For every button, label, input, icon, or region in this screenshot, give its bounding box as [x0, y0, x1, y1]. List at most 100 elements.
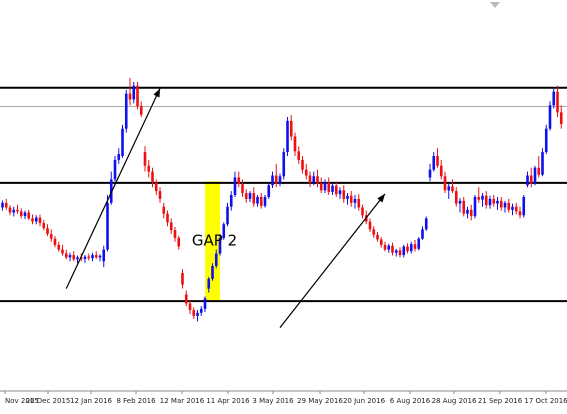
candle-body — [144, 152, 147, 166]
candle — [192, 307, 195, 319]
candle-body — [147, 166, 150, 172]
candle — [552, 88, 555, 109]
candle-body — [552, 92, 555, 106]
candle — [395, 249, 398, 257]
candle-body — [290, 121, 293, 137]
candle — [99, 254, 102, 261]
candle — [166, 211, 169, 227]
candle-body — [477, 197, 480, 200]
candle — [189, 300, 192, 314]
candle-body — [466, 210, 469, 214]
candle — [414, 240, 417, 252]
candle — [110, 172, 113, 205]
candle-body — [342, 190, 345, 199]
candle-body — [451, 186, 454, 191]
candle — [282, 148, 285, 179]
candle-body — [226, 207, 229, 225]
x-tick-label: 28 Aug 2016 — [432, 397, 477, 405]
candle-body — [114, 160, 117, 180]
candle — [35, 215, 38, 224]
candle — [500, 197, 503, 211]
candle — [530, 168, 533, 188]
candle — [470, 205, 473, 221]
candle — [84, 255, 87, 263]
candle — [440, 160, 443, 180]
candle — [421, 226, 424, 240]
candle-body — [230, 195, 233, 207]
candle — [174, 227, 177, 242]
candle — [294, 133, 297, 156]
candle-body — [369, 222, 372, 230]
candle — [290, 115, 293, 140]
candle-body — [136, 86, 139, 106]
scroll-marker-icon — [490, 2, 500, 8]
candle-body — [211, 266, 214, 279]
candle-body — [177, 238, 180, 247]
candle — [504, 201, 507, 213]
candle-body — [421, 229, 424, 238]
candle — [267, 183, 270, 199]
candle — [286, 117, 289, 156]
candle — [125, 90, 128, 133]
candle — [271, 172, 274, 188]
candle — [65, 250, 68, 260]
candle — [541, 148, 544, 176]
candle-body — [260, 197, 263, 206]
candle — [354, 195, 357, 209]
candle — [279, 174, 282, 187]
candle — [436, 148, 439, 168]
candle-body — [39, 218, 42, 223]
candle — [27, 210, 30, 220]
trend-arrow-shaft — [66, 89, 160, 289]
candle — [136, 82, 139, 109]
candle-body — [395, 250, 398, 252]
candle — [406, 243, 409, 253]
candle — [496, 197, 499, 210]
candle-body — [432, 156, 435, 170]
candle — [42, 220, 45, 230]
candle — [455, 187, 458, 207]
candle — [316, 170, 319, 188]
candle-body — [429, 170, 432, 178]
candle-body — [444, 176, 447, 190]
candle — [140, 101, 143, 117]
candle-body — [159, 191, 162, 199]
candle-body — [271, 176, 274, 186]
candle — [151, 168, 154, 188]
candle-body — [275, 176, 278, 184]
candle-body — [207, 279, 210, 289]
candle — [50, 229, 53, 241]
candle-body — [440, 166, 443, 177]
chart-canvas: GAP 2 Nov 201520 Dec 201512 Jan 20168 Fe… — [0, 0, 567, 410]
candle-body — [54, 239, 57, 245]
candle — [474, 195, 477, 218]
candle-body — [204, 298, 207, 309]
candle — [545, 125, 548, 154]
candle — [549, 101, 552, 130]
candle — [237, 172, 240, 188]
candle-body — [241, 184, 244, 193]
candle — [342, 185, 345, 203]
candle-body — [200, 309, 203, 313]
candle-body — [151, 172, 154, 183]
candle-body — [279, 176, 282, 183]
candle-body — [5, 203, 8, 208]
candle-body — [72, 255, 75, 259]
candle — [309, 172, 312, 188]
candle-body — [264, 197, 267, 206]
candle — [72, 251, 75, 261]
candle-body — [331, 186, 334, 192]
candle-body — [162, 207, 165, 214]
candle-body — [496, 201, 499, 204]
candle-body — [102, 250, 105, 262]
candle — [511, 204, 514, 216]
candle-body — [12, 210, 15, 213]
candle-body — [297, 151, 300, 160]
candle — [350, 191, 353, 207]
candle-body — [526, 176, 529, 186]
candle-body — [249, 193, 252, 199]
candle-body — [455, 191, 458, 203]
candle-body — [181, 273, 184, 285]
candle-body — [354, 199, 357, 203]
candle — [12, 207, 15, 217]
